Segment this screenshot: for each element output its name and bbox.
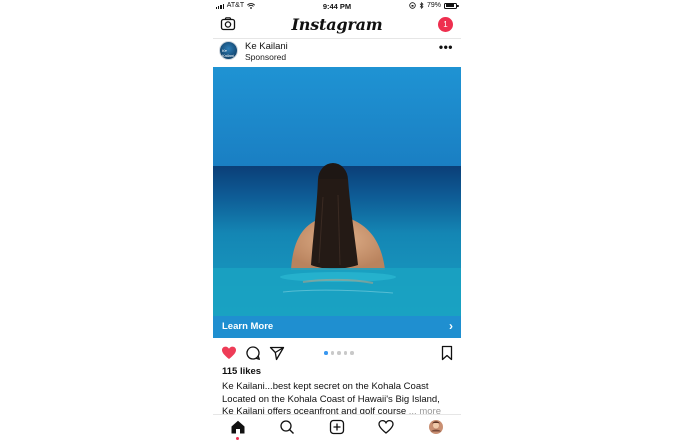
carousel-dot	[330, 351, 334, 355]
status-bar: AT&T 9:44 PM 79%	[213, 0, 461, 12]
comment-icon[interactable]	[245, 345, 261, 361]
notification-badge[interactable]: 1	[438, 17, 453, 32]
tab-bar	[213, 414, 461, 441]
caption-line: Located on the Kohala Coast of Hawaii's …	[222, 393, 440, 405]
carousel-dot	[337, 351, 341, 355]
profile-avatar[interactable]	[428, 419, 444, 435]
carousel-dot	[343, 351, 347, 355]
active-tab-dot	[236, 437, 239, 440]
more-options-icon[interactable]: •••	[439, 40, 453, 54]
orientation-lock-icon	[409, 2, 416, 9]
likes-count[interactable]: 115 likes	[222, 366, 261, 377]
post-caption: Ke Kailani...best kept secret on the Koh…	[222, 381, 456, 419]
search-icon[interactable]	[279, 419, 295, 435]
carousel-dot	[350, 351, 354, 355]
battery-icon	[444, 2, 459, 9]
status-right: 79%	[409, 2, 459, 9]
instagram-logo: Instagram	[291, 15, 383, 34]
bluetooth-icon	[419, 2, 424, 9]
activity-heart-icon[interactable]	[378, 419, 394, 435]
phone-screen: AT&T 9:44 PM 79% Instagram 1 Ke Kailani …	[213, 0, 461, 441]
post-header: Ke Kailani Ke Kailani Sponsored •••	[213, 39, 461, 67]
battery-percent: 79%	[426, 2, 441, 9]
carousel-indicator	[324, 351, 354, 355]
carousel-dot	[324, 351, 328, 355]
share-icon[interactable]	[269, 345, 285, 361]
post-image[interactable]	[213, 67, 461, 316]
learn-more-label: Learn More	[222, 321, 274, 332]
sponsored-label: Sponsored	[245, 52, 287, 62]
account-name[interactable]: Ke Kailani	[245, 41, 288, 52]
bookmark-icon[interactable]	[439, 345, 455, 361]
account-avatar[interactable]: Ke Kailani	[219, 41, 238, 60]
learn-more-button[interactable]: Learn More ›	[213, 316, 461, 338]
home-icon[interactable]	[230, 419, 246, 435]
post-actions	[213, 343, 461, 363]
add-post-icon[interactable]	[329, 419, 345, 435]
chevron-right-icon: ›	[449, 319, 453, 333]
top-bar: Instagram 1	[213, 12, 461, 39]
heart-filled-icon[interactable]	[221, 345, 237, 361]
caption-line: Ke Kailani...best kept secret on the Koh…	[222, 381, 429, 392]
